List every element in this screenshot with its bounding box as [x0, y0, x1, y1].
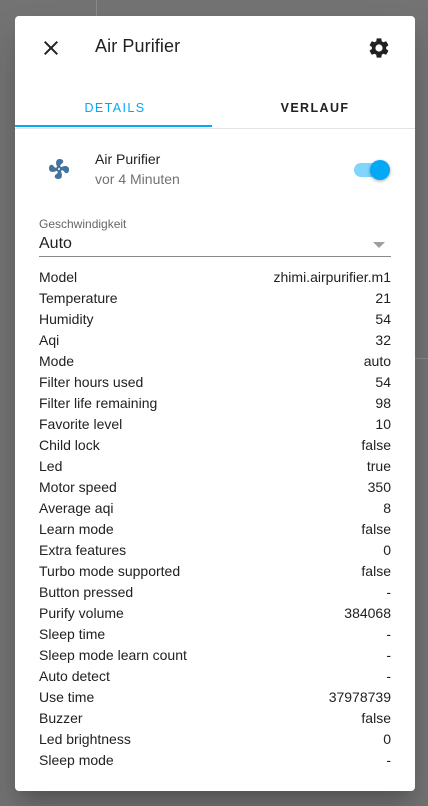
- attribute-name: Model: [39, 268, 78, 285]
- attribute-value: 54: [375, 310, 391, 327]
- attribute-row: Mode auto: [39, 350, 391, 371]
- attribute-value: 0: [383, 730, 391, 747]
- active-tab-indicator: [15, 125, 212, 127]
- attribute-value: zhimi.airpurifier.m1: [273, 268, 391, 285]
- attribute-row: Learn mode false: [39, 518, 391, 539]
- close-icon: [44, 41, 58, 55]
- attribute-value: 0: [383, 541, 391, 558]
- attribute-value: 21: [375, 289, 391, 306]
- attribute-row: Sleep mode -: [39, 749, 391, 770]
- attribute-value: -: [386, 646, 391, 663]
- attribute-value: 350: [367, 478, 391, 495]
- speed-select-label: Geschwindigkeit: [39, 217, 127, 231]
- attribute-row: Motor speed 350: [39, 476, 391, 497]
- more-info-dialog: Air Purifier DETAILS VERLAUF Air Purifie…: [15, 16, 415, 791]
- attribute-name: Led: [39, 457, 63, 474]
- attribute-name: Sleep mode: [39, 751, 114, 768]
- attributes-list: Model zhimi.airpurifier.m1 Temperature 21 …: [39, 266, 391, 770]
- attribute-name: Learn mode: [39, 520, 114, 537]
- attribute-row: Sleep mode learn count -: [39, 644, 391, 665]
- attribute-value: -: [386, 667, 391, 684]
- attribute-name: Filter hours used: [39, 373, 144, 390]
- attribute-row: Use time 37978739: [39, 686, 391, 707]
- attribute-name: Button pressed: [39, 583, 134, 600]
- tab-bar: DETAILS VERLAUF: [15, 88, 415, 128]
- attribute-value: true: [366, 457, 391, 474]
- attribute-row: Purify volume 384068: [39, 602, 391, 623]
- attribute-value: -: [386, 751, 391, 768]
- dialog-header: Air Purifier: [15, 16, 415, 80]
- attribute-row: Average aqi 8: [39, 497, 391, 518]
- attribute-row: Temperature 21: [39, 287, 391, 308]
- attribute-value: 10: [375, 415, 391, 432]
- attribute-name: Use time: [39, 688, 95, 705]
- attribute-row: Led true: [39, 455, 391, 476]
- attribute-name: Mode: [39, 352, 75, 369]
- attribute-value: 98: [375, 394, 391, 411]
- attribute-row: Buzzer false: [39, 707, 391, 728]
- attribute-value: auto: [363, 352, 391, 369]
- attribute-value: false: [361, 709, 391, 726]
- attribute-row: Child lock false: [39, 434, 391, 455]
- attribute-name: Sleep time: [39, 625, 106, 642]
- attribute-value: false: [361, 436, 391, 453]
- attribute-name: Favorite level: [39, 415, 123, 432]
- settings-button[interactable]: [363, 32, 395, 64]
- close-button[interactable]: [35, 32, 67, 64]
- speed-select[interactable]: Geschwindigkeit Auto: [39, 216, 391, 258]
- entity-last-changed: vor 4 Minuten: [95, 171, 180, 187]
- attribute-name: Auto detect: [39, 667, 110, 684]
- entity-name: Air Purifier: [95, 151, 161, 167]
- attribute-value: -: [386, 625, 391, 642]
- attribute-name: Average aqi: [39, 499, 114, 516]
- attribute-row: Aqi 32: [39, 329, 391, 350]
- attribute-row: Button pressed -: [39, 581, 391, 602]
- speed-select-value: Auto: [39, 235, 72, 252]
- attribute-value: 32: [375, 331, 391, 348]
- attribute-value: 384068: [344, 604, 391, 621]
- fan-icon: [49, 159, 70, 179]
- attribute-name: Filter life remaining: [39, 394, 158, 411]
- attribute-name: Purify volume: [39, 604, 124, 621]
- attribute-name: Motor speed: [39, 478, 117, 495]
- attribute-row: Auto detect -: [39, 665, 391, 686]
- attribute-name: Led brightness: [39, 730, 131, 747]
- attribute-name: Extra features: [39, 541, 127, 558]
- tab-verlauf[interactable]: VERLAUF: [215, 88, 415, 128]
- gear-icon: [369, 38, 389, 58]
- attribute-value: 54: [375, 373, 391, 390]
- entity-toggle[interactable]: [354, 158, 390, 182]
- attribute-name: Aqi: [39, 331, 60, 348]
- attribute-row: Model zhimi.airpurifier.m1: [39, 266, 391, 287]
- attribute-row: Sleep time -: [39, 623, 391, 644]
- background-divider: [415, 358, 428, 359]
- attribute-row: Favorite level 10: [39, 413, 391, 434]
- tab-divider: [15, 128, 415, 129]
- attribute-row: Filter life remaining 98: [39, 392, 391, 413]
- attribute-name: Buzzer: [39, 709, 83, 726]
- entity-row: Air Purifier vor 4 Minuten: [39, 148, 391, 192]
- attribute-row: Led brightness 0: [39, 728, 391, 749]
- background-divider: [96, 0, 97, 16]
- attribute-value: false: [361, 520, 391, 537]
- attribute-row: Filter hours used 54: [39, 371, 391, 392]
- attribute-name: Humidity: [39, 310, 94, 327]
- attribute-value: 37978739: [328, 688, 391, 705]
- dialog-title: Air Purifier: [95, 36, 181, 56]
- attribute-name: Turbo mode supported: [39, 562, 181, 579]
- attribute-value: 8: [383, 499, 391, 516]
- toggle-knob: [370, 160, 390, 180]
- attribute-value: false: [361, 562, 391, 579]
- attribute-name: Sleep mode learn count: [39, 646, 187, 663]
- dropdown-arrow-icon: [373, 242, 385, 248]
- attribute-row: Humidity 54: [39, 308, 391, 329]
- select-underline: [39, 256, 391, 257]
- attribute-row: Extra features 0: [39, 539, 391, 560]
- attribute-row: Turbo mode supported false: [39, 560, 391, 581]
- attribute-name: Child lock: [39, 436, 100, 453]
- attribute-value: -: [386, 583, 391, 600]
- attribute-name: Temperature: [39, 289, 118, 306]
- tab-details[interactable]: DETAILS: [15, 88, 215, 128]
